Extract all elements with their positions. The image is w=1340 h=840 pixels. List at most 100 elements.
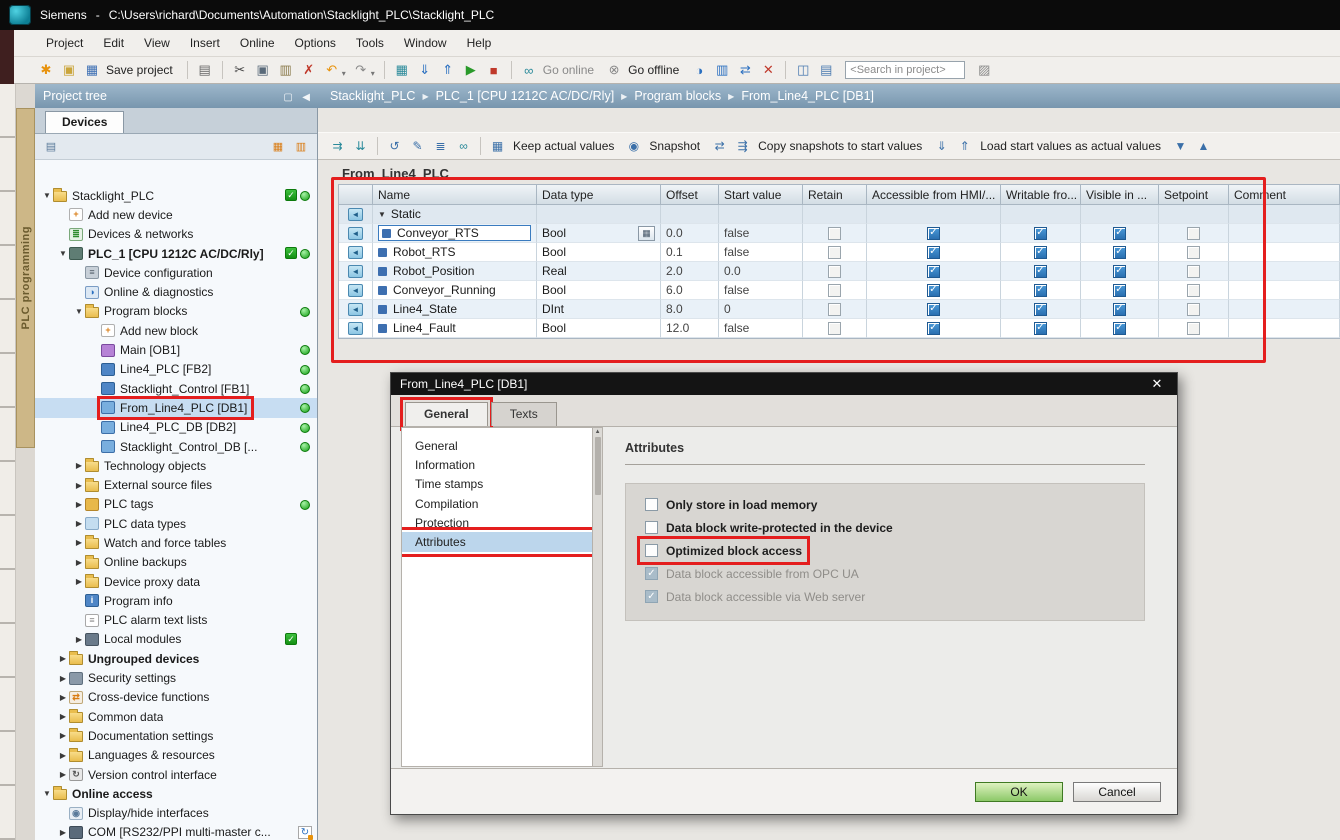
project-library-icon[interactable]: ▨: [974, 60, 994, 80]
optimized-block-access-checkbox[interactable]: [645, 544, 658, 557]
delete-icon[interactable]: ✗: [299, 60, 319, 80]
tree-item-plc-data-types[interactable]: ▶PLC data types: [35, 514, 317, 533]
tree-item-plc-1-cpu-1212c-ac-dc-rly[interactable]: ▼PLC_1 [CPU 1212C AC/DC/Rly]✓: [35, 244, 317, 263]
writable-from-hmi-checkbox[interactable]: [1034, 303, 1047, 316]
copy-snapshot-selected-icon[interactable]: ⇄: [710, 137, 729, 156]
remove-device-icon[interactable]: ✕: [758, 60, 778, 80]
redo-icon[interactable]: ↷: [351, 60, 371, 80]
diagram-view-icon[interactable]: ▥: [292, 139, 310, 155]
close-icon[interactable]: ✕: [1146, 376, 1168, 392]
expand-arrow-icon[interactable]: ▶: [73, 519, 85, 528]
expand-all-icon[interactable]: ≣: [431, 137, 450, 156]
tree-item-program-info[interactable]: iProgram info: [35, 591, 317, 610]
table-row-conveyor-rts[interactable]: ◄Conveyor_RTSBool▦0.0false: [339, 224, 1340, 243]
receive-alarms-icon[interactable]: ⇄: [735, 60, 755, 80]
menu-project[interactable]: Project: [36, 32, 93, 54]
retain-checkbox[interactable]: [828, 322, 841, 335]
online-diagnostics-icon[interactable]: ◑: [689, 60, 709, 80]
data-type-browse-button[interactable]: ▦: [638, 226, 655, 241]
table-row-conveyor-running[interactable]: ◄Conveyor_RunningBool6.0false: [339, 281, 1340, 300]
tree-item-version-control-interface[interactable]: ▶↻Version control interface: [35, 765, 317, 784]
dialog-tab-texts[interactable]: Texts: [491, 402, 557, 426]
load-start-all-icon[interactable]: ⇑: [955, 137, 974, 156]
open-project-icon[interactable]: ▣: [59, 60, 79, 80]
tree-item-main-ob1[interactable]: Main [OB1]: [35, 340, 317, 359]
update-interface-icon[interactable]: ✎: [408, 137, 427, 156]
table-row-robot-rts[interactable]: ◄Robot_RTSBool0.1false: [339, 243, 1340, 262]
expand-arrow-icon[interactable]: ▶: [57, 654, 69, 663]
accessible-from-hmi-checkbox[interactable]: [927, 227, 940, 240]
collapse-arrow-icon[interactable]: ▼: [57, 249, 69, 258]
tree-item-watch-and-force-tables[interactable]: ▶Watch and force tables: [35, 533, 317, 552]
menu-view[interactable]: View: [134, 32, 180, 54]
retain-checkbox[interactable]: [828, 227, 841, 240]
ok-button[interactable]: OK: [975, 782, 1063, 802]
tree-item-online-diagnostics[interactable]: ◑Online & diagnostics: [35, 282, 317, 301]
search-in-project-input[interactable]: [845, 61, 965, 79]
tree-item-add-new-device[interactable]: +Add new device: [35, 205, 317, 224]
visible-in-hmi-checkbox[interactable]: [1113, 265, 1126, 278]
upload-from-device-icon[interactable]: ⇑: [438, 60, 458, 80]
name-edit-field[interactable]: Conveyor_RTS: [378, 225, 531, 241]
tree-item-technology-objects[interactable]: ▶Technology objects: [35, 456, 317, 475]
expand-arrow-icon[interactable]: ▶: [57, 693, 69, 702]
go-offline-label[interactable]: Go offline: [628, 63, 679, 77]
collapse-arrow-icon[interactable]: ▼: [41, 191, 53, 200]
visible-in-hmi-checkbox[interactable]: [1113, 246, 1126, 259]
save-project-icon[interactable]: ▦: [82, 60, 102, 80]
tree-item-line4-plc-db-db2[interactable]: Line4_PLC_DB [DB2]: [35, 418, 317, 437]
copy-snapshot-all-icon[interactable]: ⇶: [733, 137, 752, 156]
tree-item-local-modules[interactable]: ▶Local modules✓: [35, 630, 317, 649]
dialog-nav-protection[interactable]: Protection: [402, 513, 592, 532]
collapse-panel-icon[interactable]: ◀: [302, 92, 310, 103]
expand-arrow-icon[interactable]: ▶: [73, 577, 85, 586]
writable-from-hmi-checkbox[interactable]: [1034, 227, 1047, 240]
breadcrumb-segment-from-line4-plc-db1[interactable]: From_Line4_PLC [DB1]: [741, 89, 874, 103]
visible-in-hmi-checkbox[interactable]: [1113, 322, 1126, 335]
cut-icon[interactable]: ✂: [230, 60, 250, 80]
menu-tools[interactable]: Tools: [346, 32, 394, 54]
split-editor-horizontal-icon[interactable]: ▤: [816, 60, 836, 80]
retain-checkbox[interactable]: [828, 246, 841, 259]
expand-arrow-icon[interactable]: ▶: [57, 674, 69, 683]
expand-arrow-icon[interactable]: ▶: [73, 558, 85, 567]
keep-actual-values-icon[interactable]: ▦: [488, 137, 507, 156]
retain-checkbox[interactable]: [828, 265, 841, 278]
visible-in-hmi-checkbox[interactable]: [1113, 303, 1126, 316]
setpoint-checkbox[interactable]: [1187, 303, 1200, 316]
group-collapse-icon[interactable]: ▼: [378, 210, 386, 219]
details-view-icon[interactable]: ▦: [269, 139, 287, 155]
save-project-label[interactable]: Save project: [106, 63, 173, 77]
tree-item-stacklight-control-fb1[interactable]: Stacklight_Control [FB1]: [35, 379, 317, 398]
print-icon[interactable]: ▤: [195, 60, 215, 80]
tree-item-stacklight-plc[interactable]: ▼Stacklight_PLC✓: [35, 186, 317, 205]
expand-arrow-icon[interactable]: ▶: [57, 770, 69, 779]
expand-arrow-icon[interactable]: ▶: [57, 751, 69, 760]
tree-item-com-rs232-ppi-multi-master-c[interactable]: ▶COM [RS232/PPI multi-master c...↻: [35, 823, 317, 840]
setpoint-checkbox[interactable]: [1187, 284, 1200, 297]
accessible-from-hmi-checkbox[interactable]: [927, 322, 940, 335]
writable-from-hmi-checkbox[interactable]: [1034, 246, 1047, 259]
table-row-line4-fault[interactable]: ◄Line4_FaultBool12.0false: [339, 319, 1340, 338]
tree-item-line4-plc-fb2[interactable]: Line4_PLC [FB2]: [35, 360, 317, 379]
expand-arrow-icon[interactable]: ▶: [57, 828, 69, 837]
dialog-nav-attributes[interactable]: Attributes: [402, 532, 592, 551]
setpoint-checkbox[interactable]: [1187, 265, 1200, 278]
table-row-line4-state[interactable]: ◄Line4_StateDInt8.00: [339, 300, 1340, 319]
go-online-label[interactable]: Go online: [543, 63, 594, 77]
menu-window[interactable]: Window: [394, 32, 457, 54]
writable-from-hmi-checkbox[interactable]: [1034, 265, 1047, 278]
expand-arrow-icon[interactable]: ▶: [73, 481, 85, 490]
download-db-icon[interactable]: ▼: [1171, 137, 1190, 156]
table-group-row[interactable]: ◄▼Static: [339, 205, 1340, 224]
copy-icon[interactable]: ▣: [253, 60, 273, 80]
monitor-all-icon[interactable]: ∞: [454, 137, 473, 156]
keep-actual-values-label[interactable]: Keep actual values: [513, 139, 614, 153]
setpoint-checkbox[interactable]: [1187, 322, 1200, 335]
expand-arrow-icon[interactable]: ▶: [73, 461, 85, 470]
menu-help[interactable]: Help: [457, 32, 502, 54]
split-editor-vertical-icon[interactable]: ◫: [793, 60, 813, 80]
only-store-in-load-memory-checkbox[interactable]: [645, 498, 658, 511]
download-to-device-icon[interactable]: ⇓: [415, 60, 435, 80]
tree-item-external-source-files[interactable]: ▶External source files: [35, 475, 317, 494]
